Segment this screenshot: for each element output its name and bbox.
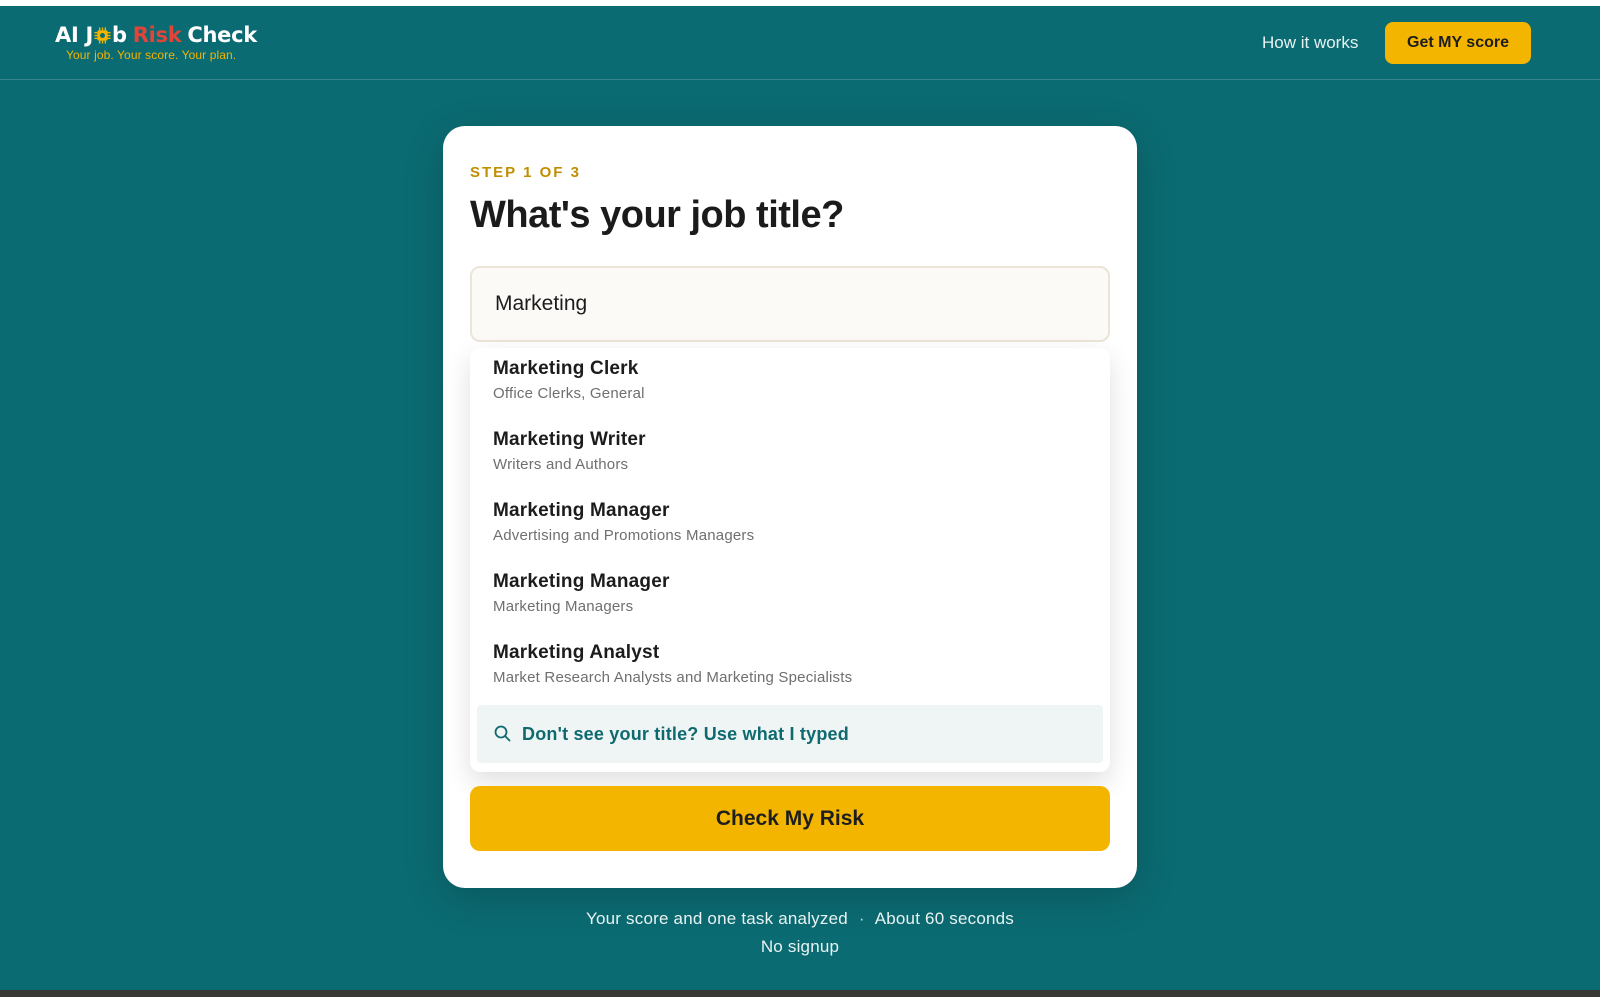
suggestion-category: Marketing Managers (493, 598, 634, 615)
footer-score-text: Your score and one task analyzed (585, 909, 848, 928)
suggestion-item[interactable]: Marketing Analyst Market Research Analys… (470, 632, 1110, 703)
page-title: What's your job title? (470, 194, 844, 236)
search-icon (494, 725, 511, 742)
logo[interactable]: AI J b Risk Check Your job. Your score. … (55, 22, 257, 62)
chip-icon (94, 26, 111, 44)
suggestion-item[interactable]: Marketing Writer Writers and Authors (470, 419, 1110, 490)
suggestion-item[interactable]: Marketing Manager Advertising and Promot… (470, 490, 1110, 561)
logo-text-risk: Risk (132, 23, 182, 47)
step-indicator: STEP 1 OF 3 (470, 164, 581, 181)
suggestion-category: Market Research Analysts and Marketing S… (493, 669, 853, 686)
nav-link-how-it-works[interactable]: How it works (1262, 33, 1358, 53)
footer-no-signup: No signup (760, 937, 840, 956)
suggestion-title: Marketing Manager (493, 571, 670, 592)
footer-separator: · (858, 909, 865, 928)
suggestion-category: Office Clerks, General (493, 385, 645, 402)
logo-tagline: Your job. Your score. Your plan. (66, 48, 237, 62)
suggestion-item[interactable]: Marketing Manager Marketing Managers (470, 561, 1110, 632)
suggestion-title: Marketing Manager (493, 500, 670, 521)
logo-text-b: b (112, 23, 127, 47)
suggestion-item[interactable]: Marketing Clerk Office Clerks, General (470, 348, 1110, 419)
logo-title: AI J b Risk Check (55, 22, 257, 48)
job-title-input[interactable] (470, 266, 1110, 342)
use-typed-label: Don't see your title? Use what I typed (522, 724, 849, 744)
footer-duration-text: About 60 seconds (874, 909, 1014, 928)
check-my-risk-button[interactable]: Check My Risk (470, 786, 1110, 851)
suggestions-dropdown: Marketing Clerk Office Clerks, General M… (470, 348, 1110, 772)
footer-info-line: Your score and one task analyzed · About… (0, 909, 1600, 929)
suggestion-title: Marketing Writer (493, 429, 646, 450)
use-typed-title-option[interactable]: Don't see your title? Use what I typed (477, 705, 1103, 763)
suggestion-category: Advertising and Promotions Managers (493, 527, 755, 544)
get-my-score-button[interactable]: Get MY score (1385, 22, 1531, 64)
site-header: AI J b Risk Check Your job. Your score. … (0, 6, 1600, 80)
suggestion-title: Marketing Clerk (493, 358, 639, 379)
logo-text-ai-j: AI J (55, 23, 93, 47)
suggestion-category: Writers and Authors (493, 456, 629, 473)
window-bottom-edge (0, 990, 1600, 997)
suggestion-title: Marketing Analyst (493, 642, 660, 663)
logo-text-check: Check (187, 23, 257, 47)
job-title-card: STEP 1 OF 3 What's your job title? Marke… (443, 126, 1137, 888)
